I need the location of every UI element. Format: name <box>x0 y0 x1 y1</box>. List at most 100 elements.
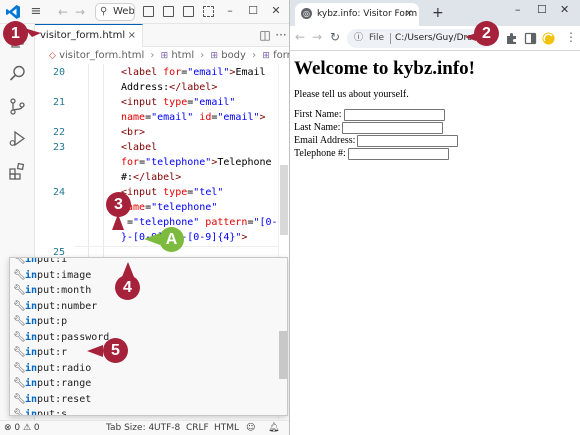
split-editor-icon[interactable]: ◫ <box>257 27 273 43</box>
code-text: <label <box>121 140 157 155</box>
suggestion-rest: put:range <box>37 378 92 389</box>
browser-tab[interactable]: ◎ kybz.info: Visitor Form × <box>295 3 419 26</box>
forward-arrow-icon[interactable]: → <box>72 4 88 20</box>
toggle-sidebar-icon[interactable] <box>143 6 154 17</box>
suggestion-item[interactable]: 🔧︎ input:radio <box>10 361 278 377</box>
search-icon[interactable] <box>8 64 27 83</box>
run-debug-icon[interactable] <box>8 129 27 148</box>
minimize-icon[interactable]: – <box>515 3 521 16</box>
snippet-wrench-icon: 🔧︎ <box>13 285 26 296</box>
last-name-label: Last Name: <box>294 122 341 133</box>
line-number: 24 <box>52 187 65 198</box>
source-control-icon[interactable] <box>8 97 27 116</box>
reload-icon[interactable]: ↻ <box>330 30 340 44</box>
suggestion-rest: put:number <box>37 300 98 312</box>
breadcrumb-body[interactable]: body <box>221 47 246 64</box>
address-bar[interactable]: ⓘ File C:/Users/Guy/Dro... <box>347 29 493 48</box>
problems-indicator[interactable]: ⊗ 0 ⚠ 0 <box>4 421 40 435</box>
page-heading: Welcome to kybz.info! <box>294 58 476 79</box>
suggestion-rest: put:p <box>37 316 68 327</box>
encoding-indicator[interactable]: UTF-8 <box>154 421 180 435</box>
customize-layout-icon[interactable] <box>203 6 214 17</box>
line-number: 22 <box>52 127 65 138</box>
last-name-input[interactable] <box>342 122 444 134</box>
snippet-wrench-icon: 🔧︎ <box>13 409 26 416</box>
suggestion-rest: put:password <box>37 331 110 343</box>
suggestion-text: input:reset <box>25 392 91 408</box>
suggestion-item[interactable]: 🔧︎ input:i <box>10 257 278 268</box>
breadcrumb-separator: › <box>200 50 205 61</box>
suggestion-match: in <box>25 331 38 343</box>
close-tab-icon[interactable]: × <box>405 3 413 25</box>
tab-label: visitor_form.html <box>40 30 126 41</box>
editor-scroll-thumb[interactable] <box>280 165 288 235</box>
extensions-icon[interactable] <box>505 32 518 45</box>
snippet-wrench-icon: 🔧︎ <box>13 393 26 405</box>
back-arrow-icon[interactable]: ← <box>295 30 305 44</box>
profile-avatar-icon[interactable] <box>542 32 555 45</box>
code-token: "telephone" <box>151 202 218 213</box>
suggestion-item[interactable]: 🔧︎ input:number <box>10 299 278 315</box>
back-arrow-icon[interactable]: ← <box>55 4 71 20</box>
code-text: }-[0-9]{3}-[0-9]{4}"> <box>121 230 247 245</box>
suggestion-rest: put:radio <box>37 362 92 374</box>
menu-icon[interactable]: ≡ <box>28 4 44 20</box>
breadcrumb-html[interactable]: html <box>171 47 194 64</box>
browser-tabstrip: ◎ kybz.info: Visitor Form × + – ☐ ✕ <box>290 0 580 26</box>
snippet-wrench-icon: 🔧︎ <box>13 300 26 312</box>
suggestion-item[interactable]: 🔧︎ input:password <box>10 330 278 346</box>
suggestion-item[interactable]: 🔧︎ input:month <box>10 283 278 299</box>
suggestion-match: in <box>25 257 38 265</box>
forward-arrow-icon[interactable]: → <box>312 30 322 44</box>
language-indicator[interactable]: HTML <box>214 421 239 435</box>
code-token: type <box>163 187 188 198</box>
suggestion-item[interactable]: 🔧︎ input:range <box>10 376 278 392</box>
side-panel-icon[interactable] <box>524 32 537 45</box>
tab-visitor-form[interactable]: visitor_form.html × <box>35 24 143 47</box>
code-token: <input <box>121 97 164 108</box>
info-icon[interactable]: ⓘ <box>354 29 363 48</box>
email-input[interactable] <box>357 135 459 147</box>
telephone-input[interactable] <box>347 148 449 160</box>
suggestion-match: in <box>25 316 38 327</box>
suggestion-item[interactable]: 🔧︎ input:s <box>10 407 278 416</box>
snippet-wrench-icon: 🔧︎ <box>13 316 26 327</box>
maximize-icon[interactable]: ☐ <box>245 2 261 20</box>
breadcrumb-form[interactable]: form <box>273 47 289 64</box>
code-line: 23 <label <box>35 140 289 155</box>
suggestion-text: input:i <box>25 257 67 268</box>
toggle-panel-icon[interactable] <box>163 6 174 17</box>
code-token: Email <box>235 67 266 78</box>
new-tab-button[interactable]: + <box>432 5 444 21</box>
code-line: for="telephone">Telephone <box>35 155 289 170</box>
copilot-icon[interactable]: ☺ <box>246 421 255 435</box>
notifications-icon[interactable]: 🔔︎ <box>268 421 279 435</box>
suggestion-scroll-thumb[interactable] <box>279 331 287 379</box>
first-name-input[interactable] <box>343 109 445 121</box>
more-icon[interactable]: ··· <box>273 27 289 43</box>
tab-size-indicator[interactable]: Tab Size: 4 <box>106 421 154 435</box>
code-line: #:</label> <box>35 170 289 185</box>
suggestion-item[interactable]: 🔧︎ input:p <box>10 314 278 330</box>
suggestion-text: input:image <box>25 268 91 284</box>
suggestion-item[interactable]: 🔧︎ input:image <box>10 268 278 284</box>
suggestion-item[interactable]: 🔧︎ input:reset <box>10 392 278 408</box>
close-window-icon[interactable]: ✕ <box>268 2 284 20</box>
eol-indicator[interactable]: CRLF <box>186 421 209 435</box>
search-icon: ⚲ <box>100 6 108 17</box>
suggestion-item[interactable]: 🔧︎ input:r <box>10 345 278 361</box>
callout-5: 5 <box>103 338 128 363</box>
close-window-icon[interactable]: ✕ <box>560 3 569 16</box>
toggle-secondary-sidebar-icon[interactable] <box>183 6 194 17</box>
breadcrumb-file[interactable]: visitor_form.html <box>59 47 144 64</box>
extensions-icon[interactable] <box>8 162 27 181</box>
minimize-icon[interactable]: – <box>222 2 238 20</box>
command-center-search[interactable]: ⚲ Web... <box>95 3 135 21</box>
snippet-wrench-icon: 🔧︎ <box>13 378 26 389</box>
code-text: <input type="email" <box>121 95 235 110</box>
suggestion-match: in <box>25 347 38 358</box>
autocomplete-suggestions: 🔧︎ input:i 🔧︎ input:image 🔧︎ input:month 🔧︎ inp… <box>9 257 288 416</box>
close-tab-icon[interactable]: × <box>128 25 136 46</box>
maximize-icon[interactable]: ☐ <box>537 3 547 16</box>
menu-kebab-icon[interactable]: ⋮ <box>565 30 577 44</box>
